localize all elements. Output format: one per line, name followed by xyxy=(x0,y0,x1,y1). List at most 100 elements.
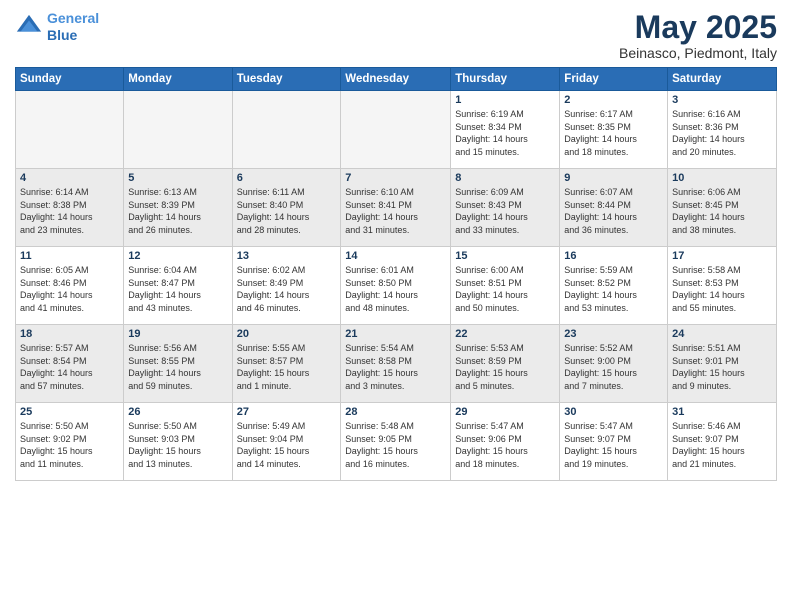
calendar-week-4: 18Sunrise: 5:57 AM Sunset: 8:54 PM Dayli… xyxy=(16,325,777,403)
day-number: 24 xyxy=(672,328,772,340)
calendar-cell: 28 Sunrise: 5:48 AM Sunset: 9:05 PM Dayli… xyxy=(341,403,451,481)
day-info: Sunrise: 5:58 AM Sunset: 8:53 PM Dayligh… xyxy=(672,264,772,314)
day-number: 30 xyxy=(564,406,663,418)
day-info: Sunrise: 6:11 AM Sunset: 8:40 PM Dayligh… xyxy=(237,186,337,236)
calendar-cell: 4 Sunrise: 6:14 AM Sunset: 8:38 PM Daylig… xyxy=(16,169,124,247)
calendar-cell: 30 Sunrise: 5:47 AM Sunset: 9:07 PM Dayli… xyxy=(560,403,668,481)
day-number: 16 xyxy=(564,250,663,262)
day-number: 13 xyxy=(237,250,337,262)
day-info: Sunrise: 5:59 AM Sunset: 8:52 PM Dayligh… xyxy=(564,264,663,314)
day-info: Sunrise: 5:52 AM Sunset: 9:00 PM Dayligh… xyxy=(564,342,663,392)
weekday-header-tuesday: Tuesday xyxy=(232,68,341,91)
day-info: Sunrise: 5:54 AM Sunset: 8:58 PM Dayligh… xyxy=(345,342,446,392)
calendar-cell: 18Sunrise: 5:57 AM Sunset: 8:54 PM Dayli… xyxy=(16,325,124,403)
calendar-cell: 24 Sunrise: 5:51 AM Sunset: 9:01 PM Dayli… xyxy=(668,325,777,403)
calendar-cell: 9 Sunrise: 6:07 AM Sunset: 8:44 PM Daylig… xyxy=(560,169,668,247)
weekday-header-sunday: Sunday xyxy=(16,68,124,91)
calendar-cell: 16 Sunrise: 5:59 AM Sunset: 8:52 PM Dayli… xyxy=(560,247,668,325)
calendar-cell: 12 Sunrise: 6:04 AM Sunset: 8:47 PM Dayli… xyxy=(124,247,232,325)
main-title: May 2025 xyxy=(619,10,777,45)
calendar-cell: 14 Sunrise: 6:01 AM Sunset: 8:50 PM Dayli… xyxy=(341,247,451,325)
calendar-cell: 2 Sunrise: 6:17 AM Sunset: 8:35 PM Daylig… xyxy=(560,91,668,169)
day-number: 21 xyxy=(345,328,446,340)
day-number: 12 xyxy=(128,250,227,262)
day-number: 6 xyxy=(237,172,337,184)
day-number: 10 xyxy=(672,172,772,184)
day-number: 25 xyxy=(20,406,119,418)
subtitle: Beinasco, Piedmont, Italy xyxy=(619,45,777,61)
day-info: Sunrise: 5:51 AM Sunset: 9:01 PM Dayligh… xyxy=(672,342,772,392)
weekday-header-friday: Friday xyxy=(560,68,668,91)
calendar-cell: 3 Sunrise: 6:16 AM Sunset: 8:36 PM Daylig… xyxy=(668,91,777,169)
day-info: Sunrise: 5:50 AM Sunset: 9:02 PM Dayligh… xyxy=(20,420,119,470)
day-info: Sunrise: 6:02 AM Sunset: 8:49 PM Dayligh… xyxy=(237,264,337,314)
day-info: Sunrise: 6:05 AM Sunset: 8:46 PM Dayligh… xyxy=(20,264,119,314)
day-number: 14 xyxy=(345,250,446,262)
day-number: 23 xyxy=(564,328,663,340)
calendar-cell: 20Sunrise: 5:55 AM Sunset: 8:57 PM Dayli… xyxy=(232,325,341,403)
weekday-header-monday: Monday xyxy=(124,68,232,91)
day-info: Sunrise: 6:14 AM Sunset: 8:38 PM Dayligh… xyxy=(20,186,119,236)
day-number: 2 xyxy=(564,94,663,106)
day-info: Sunrise: 5:47 AM Sunset: 9:07 PM Dayligh… xyxy=(564,420,663,470)
day-number: 3 xyxy=(672,94,772,106)
page: General Blue May 2025 Beinasco, Piedmont… xyxy=(0,0,792,612)
day-info: Sunrise: 6:06 AM Sunset: 8:45 PM Dayligh… xyxy=(672,186,772,236)
weekday-header-row: SundayMondayTuesdayWednesdayThursdayFrid… xyxy=(16,68,777,91)
calendar-cell: 22Sunrise: 5:53 AM Sunset: 8:59 PM Dayli… xyxy=(451,325,560,403)
day-number: 1 xyxy=(455,94,555,106)
day-number: 15 xyxy=(455,250,555,262)
day-number: 5 xyxy=(128,172,227,184)
title-block: May 2025 Beinasco, Piedmont, Italy xyxy=(619,10,777,61)
day-number: 7 xyxy=(345,172,446,184)
day-info: Sunrise: 6:16 AM Sunset: 8:36 PM Dayligh… xyxy=(672,108,772,158)
calendar-cell: 7 Sunrise: 6:10 AM Sunset: 8:41 PM Daylig… xyxy=(341,169,451,247)
day-info: Sunrise: 5:55 AM Sunset: 8:57 PM Dayligh… xyxy=(237,342,337,392)
calendar-cell: 6 Sunrise: 6:11 AM Sunset: 8:40 PM Daylig… xyxy=(232,169,341,247)
day-info: Sunrise: 5:47 AM Sunset: 9:06 PM Dayligh… xyxy=(455,420,555,470)
calendar-cell: 23 Sunrise: 5:52 AM Sunset: 9:00 PM Dayli… xyxy=(560,325,668,403)
calendar-cell: 13 Sunrise: 6:02 AM Sunset: 8:49 PM Dayli… xyxy=(232,247,341,325)
weekday-header-thursday: Thursday xyxy=(451,68,560,91)
calendar-cell: 21 Sunrise: 5:54 AM Sunset: 8:58 PM Dayli… xyxy=(341,325,451,403)
calendar-week-1: 1 Sunrise: 6:19 AM Sunset: 8:34 PM Daylig… xyxy=(16,91,777,169)
calendar-cell: 15 Sunrise: 6:00 AM Sunset: 8:51 PM Dayli… xyxy=(451,247,560,325)
day-number: 26 xyxy=(128,406,227,418)
day-number: 8 xyxy=(455,172,555,184)
calendar-cell: 29 Sunrise: 5:47 AM Sunset: 9:06 PM Dayli… xyxy=(451,403,560,481)
calendar-cell: 31 Sunrise: 5:46 AM Sunset: 9:07 PM Dayli… xyxy=(668,403,777,481)
day-number: 19 xyxy=(128,328,227,340)
day-info: Sunrise: 6:07 AM Sunset: 8:44 PM Dayligh… xyxy=(564,186,663,236)
day-number: 11 xyxy=(20,250,119,262)
calendar-cell: 1 Sunrise: 6:19 AM Sunset: 8:34 PM Daylig… xyxy=(451,91,560,169)
day-number: 9 xyxy=(564,172,663,184)
day-number: 27 xyxy=(237,406,337,418)
day-number: 31 xyxy=(672,406,772,418)
day-info: Sunrise: 6:00 AM Sunset: 8:51 PM Dayligh… xyxy=(455,264,555,314)
day-info: Sunrise: 6:01 AM Sunset: 8:50 PM Dayligh… xyxy=(345,264,446,314)
day-info: Sunrise: 6:09 AM Sunset: 8:43 PM Dayligh… xyxy=(455,186,555,236)
day-number: 29 xyxy=(455,406,555,418)
day-number: 4 xyxy=(20,172,119,184)
weekday-header-saturday: Saturday xyxy=(668,68,777,91)
header: General Blue May 2025 Beinasco, Piedmont… xyxy=(15,10,777,61)
calendar-cell xyxy=(16,91,124,169)
calendar-cell: 17 Sunrise: 5:58 AM Sunset: 8:53 PM Dayli… xyxy=(668,247,777,325)
calendar-cell xyxy=(232,91,341,169)
day-number: 17 xyxy=(672,250,772,262)
calendar-cell: 5Sunrise: 6:13 AM Sunset: 8:39 PM Daylig… xyxy=(124,169,232,247)
day-info: Sunrise: 6:17 AM Sunset: 8:35 PM Dayligh… xyxy=(564,108,663,158)
calendar-cell xyxy=(341,91,451,169)
day-info: Sunrise: 5:48 AM Sunset: 9:05 PM Dayligh… xyxy=(345,420,446,470)
day-number: 28 xyxy=(345,406,446,418)
calendar-cell: 26Sunrise: 5:50 AM Sunset: 9:03 PM Dayli… xyxy=(124,403,232,481)
day-info: Sunrise: 6:19 AM Sunset: 8:34 PM Dayligh… xyxy=(455,108,555,158)
day-number: 22 xyxy=(455,328,555,340)
calendar-week-3: 11 Sunrise: 6:05 AM Sunset: 8:46 PM Dayli… xyxy=(16,247,777,325)
day-info: Sunrise: 5:46 AM Sunset: 9:07 PM Dayligh… xyxy=(672,420,772,470)
calendar-cell: 8 Sunrise: 6:09 AM Sunset: 8:43 PM Daylig… xyxy=(451,169,560,247)
logo-icon xyxy=(15,13,43,41)
day-info: Sunrise: 6:04 AM Sunset: 8:47 PM Dayligh… xyxy=(128,264,227,314)
day-number: 18 xyxy=(20,328,119,340)
day-info: Sunrise: 6:10 AM Sunset: 8:41 PM Dayligh… xyxy=(345,186,446,236)
